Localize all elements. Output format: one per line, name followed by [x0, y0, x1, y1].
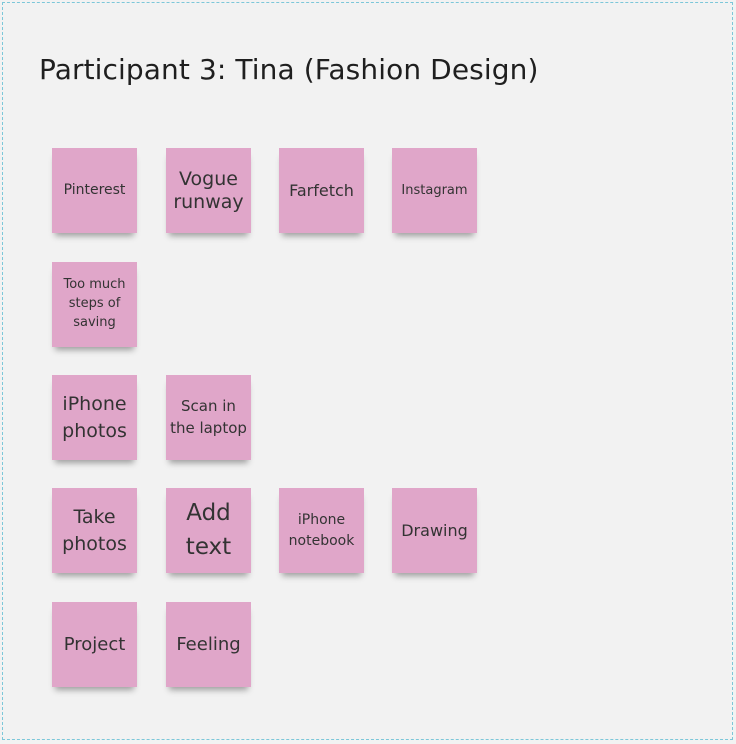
sticky-note-farfetch[interactable]: Farfetch [279, 148, 364, 233]
sticky-note-iphone-notebook[interactable]: iPhone notebook [279, 488, 364, 573]
sticky-note-pinterest[interactable]: Pinterest [52, 148, 137, 233]
sticky-note-drawing[interactable]: Drawing [392, 488, 477, 573]
sticky-note-take-photos[interactable]: Take photos [52, 488, 137, 573]
sticky-note-too-much-steps[interactable]: Too much steps of saving [52, 262, 137, 347]
sticky-note-instagram[interactable]: Instagram [392, 148, 477, 233]
sticky-note-project[interactable]: Project [52, 602, 137, 687]
sticky-note-vogue-runway[interactable]: Vogue runway [166, 148, 251, 233]
board-title: Participant 3: Tina (Fashion Design) [39, 53, 539, 86]
sticky-note-feeling[interactable]: Feeling [166, 602, 251, 687]
sticky-note-add-text[interactable]: Add text [166, 488, 251, 573]
sticky-note-scan-in-laptop[interactable]: Scan in the laptop [166, 375, 251, 460]
sticky-note-iphone-photos[interactable]: iPhone photos [52, 375, 137, 460]
